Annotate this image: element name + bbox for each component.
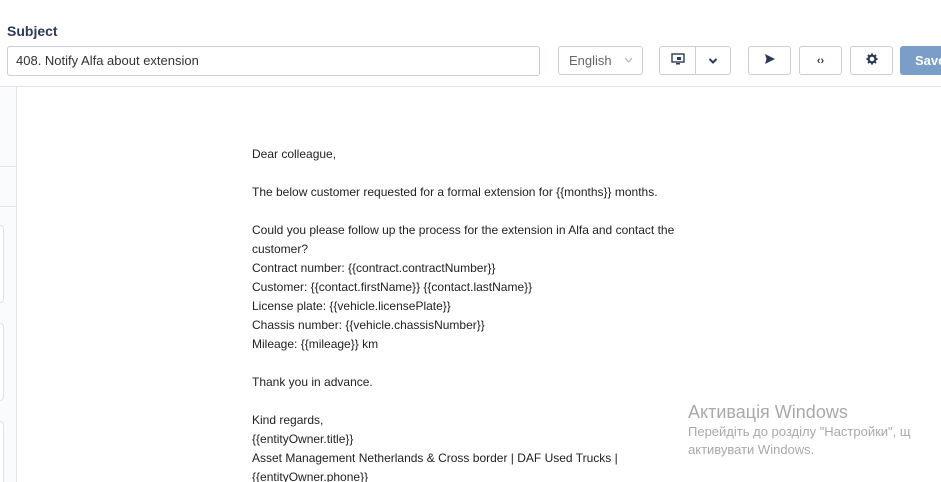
monitor-icon [670,52,685,70]
left-panel-divider [0,206,17,207]
subject-label: Subject [7,23,58,39]
preview-dropdown-button[interactable] [695,47,730,74]
email-line: Chassis number: {{vehicle.chassisNumber}… [252,318,485,332]
email-blank-line [252,392,712,411]
language-select[interactable]: English [558,46,643,75]
email-line: Contract number: {{contract.contractNumb… [252,261,496,275]
settings-button[interactable] [850,46,893,75]
left-panel-card[interactable] [0,225,4,303]
send-button[interactable] [748,46,791,75]
email-line: Mileage: {{mileage}} km [252,337,379,351]
subject-input[interactable]: 408. Notify Alfa about extension [7,46,540,76]
language-selected: English [569,53,612,68]
email-line: {{entityOwner.phone}} [252,470,369,482]
email-body[interactable]: Dear colleague, The below customer reques… [252,145,712,482]
watermark-title: Активація Windows [688,402,848,422]
left-panel [0,87,17,482]
windows-activation-watermark: Активація Windows Перейдіть до розділу "… [688,401,911,459]
email-line: Thank you in advance. [252,375,373,389]
chevron-down-icon [708,52,718,70]
preview-button[interactable] [660,47,695,74]
save-button[interactable]: Save [900,46,941,75]
watermark-line: активувати Windows. [688,442,815,457]
watermark-line: Перейдіть до розділу "Настройки", щ [688,424,911,439]
email-line: customer? [252,242,309,256]
left-panel-divider [0,166,17,167]
gear-icon [866,52,878,70]
email-line: Customer: {{contact.firstName}} {{contac… [252,280,533,294]
email-line: Dear colleague, [252,147,337,161]
email-line: Kind regards, [252,413,324,427]
email-blank-line [252,202,712,221]
email-line: License plate: {{vehicle.licensePlate}} [252,299,451,313]
code-view-button[interactable]: ‹› [799,46,842,75]
email-blank-line [252,164,712,183]
preview-split-button[interactable] [659,46,731,75]
left-panel-card[interactable] [0,421,4,482]
email-line: Could you please follow up the process f… [252,223,675,237]
code-icon: ‹› [816,54,825,67]
email-line: The below customer requested for a forma… [252,185,658,199]
send-icon [764,52,776,70]
email-blank-line [252,354,712,373]
left-panel-card[interactable] [0,323,4,401]
email-line: {{entityOwner.title}} [252,432,354,446]
email-line: Asset Management Netherlands & Cross bor… [252,451,618,465]
header-divider [0,86,941,87]
chevron-down-icon [624,47,633,85]
